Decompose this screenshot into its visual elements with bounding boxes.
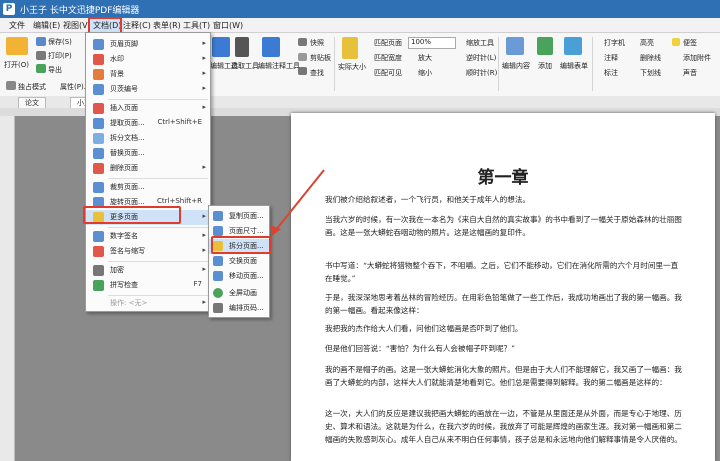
annotation-arrow [270,169,325,236]
